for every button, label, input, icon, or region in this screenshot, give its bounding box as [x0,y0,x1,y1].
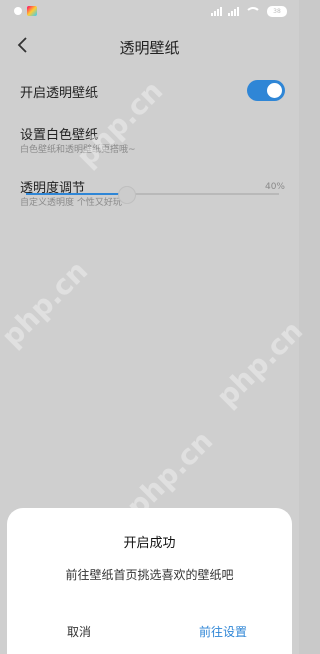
dialog-message: 前往壁纸首页挑选喜欢的壁纸吧 [65,568,234,582]
dialog-title: 开启成功 [123,536,176,551]
opacity-slider-thumb[interactable] [118,186,137,204]
app-notification-icon [27,6,37,16]
shield-icon [14,7,22,15]
page-title: 透明壁纸 [119,39,180,57]
status-left [14,6,37,16]
go-to-settings-button[interactable]: 前往设置 [183,623,263,640]
signal-icon [211,7,222,16]
signal-icon-2 [228,7,239,16]
title-bar: 透明壁纸 [0,26,299,66]
transparent-wallpaper-label: 开启透明壁纸 [20,86,99,101]
watermark: php.cn [210,314,310,414]
battery-icon: 38 [267,6,287,17]
transparent-wallpaper-toggle[interactable] [247,80,285,101]
status-bar: 38 [0,0,299,26]
status-right: 38 [211,6,287,17]
wifi-icon [245,6,261,17]
success-dialog: 开启成功 前往壁纸首页挑选喜欢的壁纸吧 取消 前往设置 [7,508,292,654]
opacity-slider-fill [26,193,128,195]
toggle-knob [267,83,282,98]
watermark: php.cn [0,254,95,354]
screen: 38 透明壁纸 开启透明壁纸 设置白色壁纸 白色壁纸和透明壁纸更搭哦~ 透明度调… [0,0,309,654]
opacity-subtitle: 自定义透明度 个性又好玩 [20,198,122,208]
opacity-slider-track[interactable] [26,193,279,195]
cancel-button[interactable]: 取消 [49,623,109,640]
opacity-value: 40% [264,182,285,192]
